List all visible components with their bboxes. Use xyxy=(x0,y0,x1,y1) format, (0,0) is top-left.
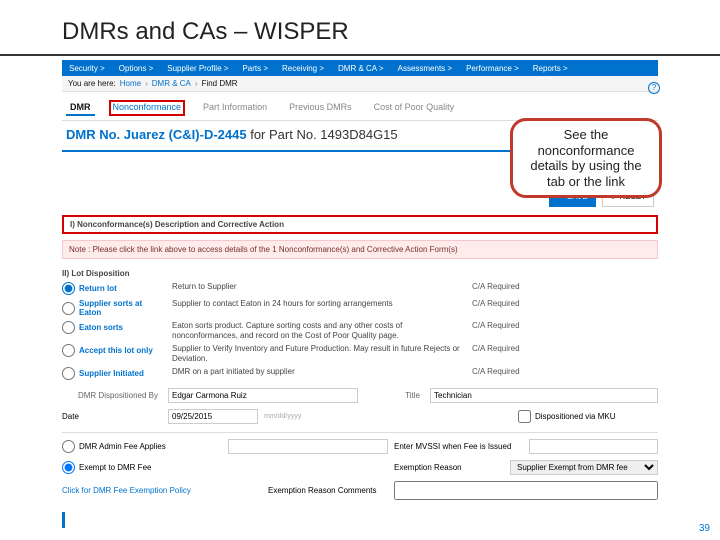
crumb-find-dmr: Find DMR xyxy=(202,79,238,88)
breadcrumb-sep: › xyxy=(195,79,198,88)
radio-eaton-sorts[interactable] xyxy=(62,321,75,334)
section-lot-disposition: II) Lot Disposition xyxy=(62,267,658,282)
mvssi-input[interactable] xyxy=(529,439,658,454)
nav-dmr-ca[interactable]: DMR & CA > xyxy=(331,64,391,73)
callout-annotation: See the nonconformance details by using … xyxy=(510,118,662,198)
opt-supplier-initiated[interactable]: Supplier Initiated xyxy=(62,367,162,380)
divider xyxy=(62,432,658,433)
radio-return-lot[interactable] xyxy=(62,282,75,295)
title-underline xyxy=(0,54,720,56)
ca-supplier-initiated: C/A Required xyxy=(472,367,658,376)
tab-cost-poor-quality[interactable]: Cost of Poor Quality xyxy=(370,100,459,116)
dispositioned-row: DMR Dispositioned By Title xyxy=(62,388,658,403)
dispositioned-by-input[interactable] xyxy=(168,388,358,403)
exempt-fee[interactable]: Exempt to DMR Fee xyxy=(62,461,222,474)
navbar: Security > Options > Supplier Profile > … xyxy=(62,60,658,76)
date-input[interactable] xyxy=(168,409,258,424)
ca-accept-lot: C/A Required xyxy=(472,344,658,353)
part-number: for Part No. 1493D84G15 xyxy=(250,127,397,142)
radio-accept-lot[interactable] xyxy=(62,344,75,357)
nav-receiving[interactable]: Receiving > xyxy=(275,64,331,73)
radio-supplier-initiated[interactable] xyxy=(62,367,75,380)
radio-admin-fee[interactable] xyxy=(62,440,75,453)
nav-assessments[interactable]: Assessments > xyxy=(391,64,459,73)
tab-part-information[interactable]: Part Information xyxy=(199,100,271,116)
tab-nonconformance[interactable]: Nonconformance xyxy=(109,100,186,116)
desc-eaton-sorts: Eaton sorts product. Capture sorting cos… xyxy=(172,321,462,340)
admin-fee-applies[interactable]: DMR Admin Fee Applies xyxy=(62,440,222,453)
bottom-row: Click for DMR Fee Exemption Policy Exemp… xyxy=(62,481,658,500)
exempt-reason-label: Exemption Reason xyxy=(394,463,504,472)
opt-accept-lot[interactable]: Accept this lot only xyxy=(62,344,162,357)
fee-row: DMR Admin Fee Applies Enter MVSSI when F… xyxy=(62,439,658,454)
title-label: Title xyxy=(364,391,424,400)
desc-return-lot: Return to Supplier xyxy=(172,282,462,292)
date-label: Date xyxy=(62,412,162,421)
date-row: Date mm/dd/yyyy Dispositioned via MKU xyxy=(62,409,658,424)
nav-performance[interactable]: Performance > xyxy=(459,64,526,73)
accent-bar xyxy=(62,512,65,528)
breadcrumb-label: You are here: xyxy=(68,79,116,88)
desc-supplier-initiated: DMR on a part initiated by supplier xyxy=(172,367,462,377)
mvssi-label: Enter MVSSI when Fee is Issued xyxy=(394,442,523,451)
exempt-reason-select[interactable]: Supplier Exempt from DMR fee xyxy=(510,460,658,475)
disposition-grid: Return lot Return to Supplier C/A Requir… xyxy=(62,282,658,380)
fee-policy-link[interactable]: Click for DMR Fee Exemption Policy xyxy=(62,486,262,495)
opt-supplier-sorts[interactable]: Supplier sorts at Eaton xyxy=(62,299,162,317)
ca-supplier-sorts: C/A Required xyxy=(472,299,658,308)
help-icon[interactable]: ? xyxy=(648,82,660,94)
tab-previous-dmrs[interactable]: Previous DMRs xyxy=(285,100,356,116)
tabs: DMR Nonconformance Part Information Prev… xyxy=(62,92,658,121)
dispositioned-mku[interactable]: Dispositioned via MKU xyxy=(518,410,658,423)
ca-return-lot: C/A Required xyxy=(472,282,658,291)
nav-parts[interactable]: Parts > xyxy=(235,64,275,73)
admin-fee-input[interactable] xyxy=(228,439,388,454)
nav-supplier-profile[interactable]: Supplier Profile > xyxy=(160,64,235,73)
tab-dmr[interactable]: DMR xyxy=(66,100,95,116)
title-input[interactable] xyxy=(430,388,658,403)
note-box: Note : Please click the link above to ac… xyxy=(62,240,658,259)
crumb-home[interactable]: Home xyxy=(120,79,141,88)
slide-title: DMRs and CAs – WISPER xyxy=(0,0,720,54)
section-nonconformance-header: I) Nonconformance(s) Description and Cor… xyxy=(62,215,658,234)
page-number: 39 xyxy=(699,523,710,534)
crumb-dmr-ca[interactable]: DMR & CA xyxy=(152,79,191,88)
opt-eaton-sorts[interactable]: Eaton sorts xyxy=(62,321,162,334)
breadcrumb-sep: › xyxy=(145,79,148,88)
opt-return-lot[interactable]: Return lot xyxy=(62,282,162,295)
nav-security[interactable]: Security > xyxy=(62,64,112,73)
exempt-comments-input[interactable] xyxy=(394,481,658,500)
date-hint: mm/dd/yyyy xyxy=(264,413,512,420)
exempt-row: Exempt to DMR Fee Exemption Reason Suppl… xyxy=(62,460,658,475)
breadcrumb: You are here: Home › DMR & CA › Find DMR xyxy=(62,76,658,92)
nav-options[interactable]: Options > xyxy=(112,64,160,73)
nav-reports[interactable]: Reports > xyxy=(526,64,575,73)
dmr-number: DMR No. Juarez (C&I)-D-2445 xyxy=(66,127,247,142)
ca-eaton-sorts: C/A Required xyxy=(472,321,658,330)
radio-exempt[interactable] xyxy=(62,461,75,474)
exempt-comments-label: Exemption Reason Comments xyxy=(268,486,388,495)
mku-checkbox[interactable] xyxy=(518,410,531,423)
radio-supplier-sorts[interactable] xyxy=(62,302,75,315)
desc-supplier-sorts: Supplier to contact Eaton in 24 hours fo… xyxy=(172,299,462,309)
dispositioned-by-label: DMR Dispositioned By xyxy=(62,391,162,400)
desc-accept-lot: Supplier to Verify Inventory and Future … xyxy=(172,344,462,363)
